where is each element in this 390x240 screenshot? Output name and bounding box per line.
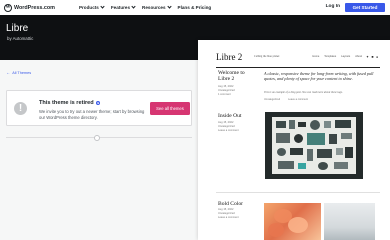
theme-title: Libre: [6, 23, 29, 34]
flatlay-object: [298, 122, 306, 127]
preview-nav: Home Templates Layouts About: [307, 55, 362, 58]
nav-features-label: Features: [110, 5, 131, 10]
exclamation-icon: !: [14, 102, 27, 115]
wordpress-logo-icon: W: [4, 3, 12, 12]
preview-nav-item: About: [355, 55, 362, 58]
arrow-left-icon: ←: [6, 70, 11, 75]
nav-resources-label: Resources: [142, 5, 166, 10]
preview-tags: Uncategorized Leave a comment: [264, 98, 316, 101]
preview-lead-text: A classic, responsive theme for long-for…: [264, 71, 374, 82]
preview-post-comments: Leave a comment: [218, 215, 239, 219]
preview-post-meta: Aug 15, 2022 Uncategorized 1 comment: [218, 85, 248, 96]
preview-site-name: Libre 2: [216, 52, 243, 62]
top-navigation: W WordPress.com Products Features Resour…: [0, 0, 390, 15]
nav-plans-pricing[interactable]: Plans & Pricing: [178, 5, 212, 10]
preview-tag: Leave a comment: [288, 98, 308, 101]
flatlay-object: [294, 134, 303, 143]
flatlay-object: [277, 148, 286, 156]
all-themes-label: All Themes: [12, 70, 32, 75]
flatlay-object: [298, 163, 306, 169]
preview-flower-image: [264, 203, 321, 240]
main-nav: Products Features Resources Plans & Pric…: [78, 4, 218, 10]
all-themes-link[interactable]: ← All Themes: [6, 70, 31, 75]
flower-petal: [288, 217, 308, 233]
notice-title-text: This theme is retired: [39, 100, 94, 106]
flatlay-object: [307, 149, 313, 161]
flatlay-object: [329, 134, 337, 144]
preview-nav-item: Home: [312, 55, 320, 58]
preview-post-comments: 1 comment: [218, 92, 231, 96]
flatlay-object: [335, 120, 351, 128]
theme-author: by Automattic: [7, 36, 34, 41]
preview-tag: Uncategorized: [264, 98, 281, 101]
flatlay-object: [318, 162, 328, 170]
preview-header-rule: [216, 67, 380, 68]
notice-title: This theme is retired ?: [39, 100, 100, 106]
flatlay-object: [307, 133, 325, 145]
flatlay-surface: [272, 117, 356, 174]
preview-small-text: This is an example of a blog post. You c…: [264, 91, 343, 94]
notice-body: We invite you to try out a newer theme; …: [39, 109, 145, 120]
flatlay-object: [324, 121, 331, 128]
flatlay-object: [334, 162, 348, 169]
flatlay-object: [289, 120, 295, 129]
nav-features[interactable]: Features: [110, 4, 136, 10]
preview-post-meta: Aug 15, 2022 Uncategorized Leave a comme…: [218, 121, 248, 132]
flower-petal: [268, 223, 284, 237]
preview-section-rule: [216, 192, 380, 193]
flatlay-object: [276, 133, 290, 143]
retired-notice: ! This theme is retired ? We invite you …: [6, 90, 192, 126]
preview-post-comments: Leave a comment: [218, 128, 239, 132]
get-started-button[interactable]: Get Started: [345, 3, 385, 12]
nav-resources[interactable]: Resources: [142, 4, 172, 10]
chevron-down-icon: [131, 4, 136, 9]
flatlay-object: [310, 120, 320, 130]
preview-tagline: Calling the blue planet: [254, 55, 280, 58]
see-all-themes-button[interactable]: See all themes: [150, 102, 190, 115]
flatlay-object: [341, 133, 352, 139]
preview-post-title: Welcome to Libre 2: [218, 70, 245, 83]
twitter-icon: ✦: [366, 54, 369, 59]
instagram-icon: ●: [375, 54, 378, 59]
preview-post-title: Inside Out: [218, 113, 242, 119]
chevron-down-icon: [100, 4, 105, 9]
facebook-icon: ■: [371, 54, 374, 59]
preview-post-meta: Aug 15, 2022 Uncategorized Leave a comme…: [218, 208, 248, 219]
nav-products-label: Products: [78, 5, 99, 10]
theme-preview[interactable]: Libre 2 Calling the blue planet Home Tem…: [198, 40, 390, 240]
flatlay-object: [276, 121, 286, 128]
nav-plans-pricing-label: Plans & Pricing: [177, 5, 212, 10]
preview-nav-item: Layouts: [341, 55, 351, 58]
login-link[interactable]: Log In: [326, 4, 340, 9]
flatlay-object: [317, 149, 332, 158]
divider-dot: [94, 134, 100, 141]
flatlay-object: [345, 147, 353, 158]
flatlay-object: [290, 148, 303, 155]
logo-text: WordPress.com: [14, 4, 55, 11]
chevron-down-icon: [166, 4, 172, 9]
preview-flatlay-image: [265, 112, 363, 179]
preview-post-title: Bold Color: [218, 201, 244, 207]
flatlay-object: [278, 161, 294, 169]
preview-nav-item: Templates: [324, 55, 337, 58]
flatlay-object: [336, 148, 343, 155]
preview-interior-image: [324, 203, 375, 240]
preview-social-icons: ✦ ■ ●: [364, 55, 378, 59]
wordpress-logo[interactable]: W WordPress.com: [4, 3, 55, 12]
nav-products[interactable]: Products: [78, 4, 105, 10]
info-icon[interactable]: ?: [95, 101, 100, 105]
